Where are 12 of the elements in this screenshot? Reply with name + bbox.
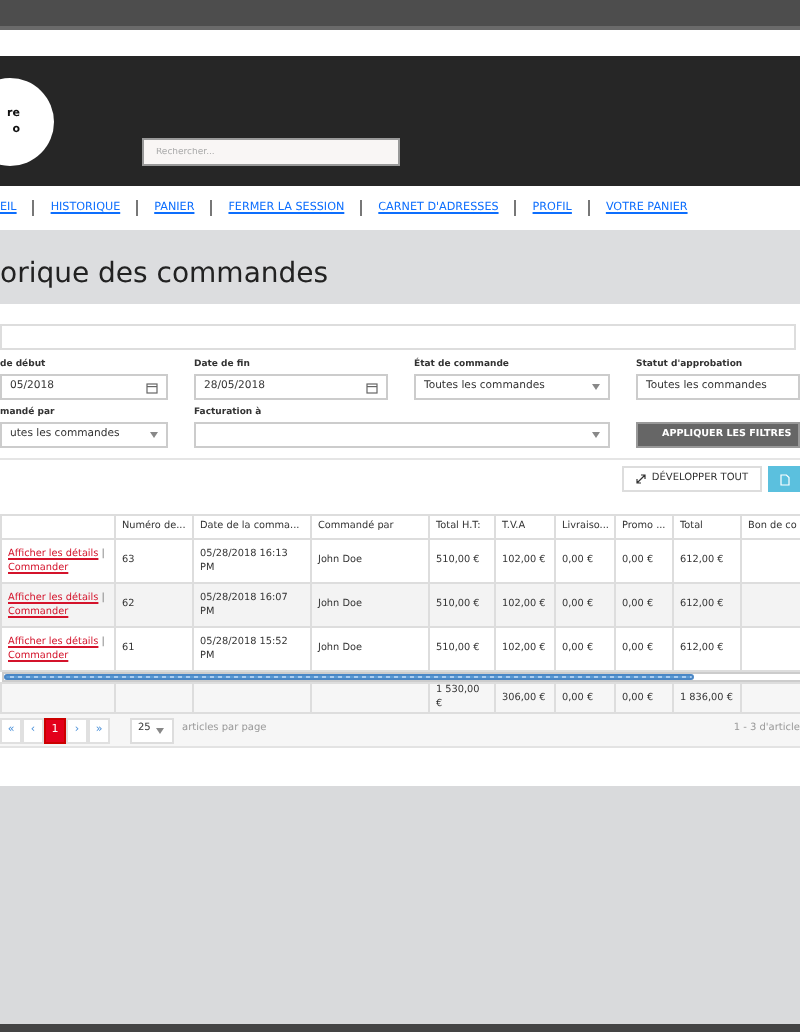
calendar-icon bbox=[366, 381, 378, 393]
caret-icon bbox=[592, 432, 600, 438]
expand-icon bbox=[635, 474, 646, 484]
page-title: orique des commandes bbox=[0, 256, 329, 292]
input-field[interactable] bbox=[0, 324, 796, 350]
calendar-icon bbox=[146, 381, 158, 393]
caret-icon bbox=[150, 432, 158, 438]
caret-icon bbox=[156, 727, 165, 733]
caret-icon bbox=[592, 384, 600, 390]
document-icon bbox=[779, 473, 789, 485]
dropdown[interactable] bbox=[194, 422, 610, 448]
export-button[interactable] bbox=[768, 466, 800, 492]
